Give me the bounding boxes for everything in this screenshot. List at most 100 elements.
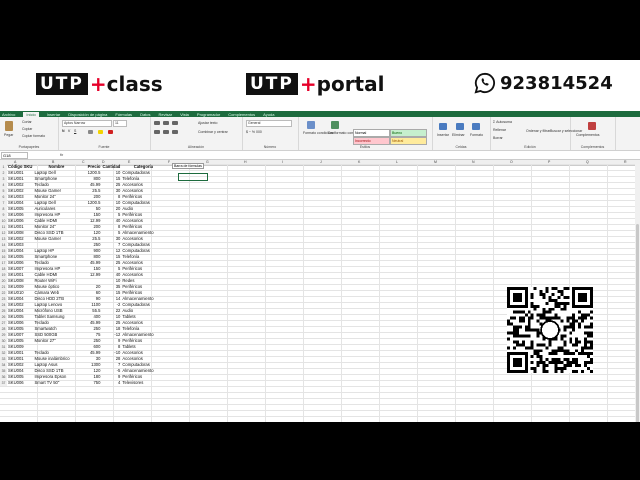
table-cell[interactable]: 4: [101, 380, 121, 386]
qr-module: [584, 313, 588, 317]
paste-button[interactable]: Pegar: [4, 133, 13, 137]
font-size-select[interactable]: 11: [113, 120, 127, 127]
qr-module: [584, 364, 588, 368]
qr-module: [590, 325, 593, 329]
align-right-icon[interactable]: [172, 130, 178, 134]
qr-module: [507, 331, 510, 335]
qr-module: [581, 349, 585, 353]
utp-box: UTP: [36, 73, 88, 95]
format-button[interactable]: Formato: [470, 133, 483, 137]
vertical-scrollbar[interactable]: [635, 164, 640, 422]
table-cell[interactable]: SKU006: [7, 380, 33, 386]
row-number[interactable]: 37: [0, 380, 7, 386]
qr-module: [515, 310, 519, 314]
qr-module: [578, 310, 582, 314]
qr-module: [548, 343, 552, 347]
qr-module: [563, 364, 567, 368]
bold-icon[interactable]: N: [62, 129, 65, 133]
copy-button[interactable]: Copiar: [22, 127, 32, 131]
table-cell[interactable]: 750: [79, 380, 101, 386]
style-neutral[interactable]: Neutral: [390, 137, 427, 145]
qr-module: [584, 343, 588, 347]
qr-module: [539, 343, 543, 347]
format-as-table-icon[interactable]: [331, 121, 339, 129]
qr-module: [530, 343, 534, 347]
qr-module: [590, 310, 593, 314]
italic-icon[interactable]: K: [68, 129, 70, 133]
delete-cells-icon[interactable]: [456, 123, 464, 130]
format-painter-button[interactable]: Copiar formato: [22, 134, 45, 138]
qr-module: [542, 307, 546, 311]
align-left-icon[interactable]: [154, 130, 160, 134]
qr-module: [563, 304, 567, 308]
qr-module: [530, 367, 534, 371]
menu-tab[interactable]: Fórmulas: [115, 112, 132, 117]
style-bueno[interactable]: Bueno: [390, 129, 427, 137]
fill-button[interactable]: Rellenar: [493, 128, 506, 132]
menu-tab[interactable]: Complementos: [228, 112, 255, 117]
align-bottom-icon[interactable]: [172, 121, 178, 125]
clear-button[interactable]: Borrar: [493, 136, 503, 140]
merge-center-button[interactable]: Combinar y centrar: [198, 130, 228, 134]
sort-filter-button[interactable]: Ordenar y filtrar: [526, 129, 550, 133]
menu-tab[interactable]: Inicio: [23, 111, 39, 117]
menu-tab[interactable]: Programador: [197, 112, 220, 117]
menu-tab[interactable]: Revisar: [159, 112, 173, 117]
insert-cells-icon[interactable]: [439, 123, 447, 130]
qr-module: [512, 316, 516, 320]
underline-icon[interactable]: S: [74, 129, 76, 133]
menu-tab[interactable]: Ayuda: [263, 112, 274, 117]
fx-icon[interactable]: fx: [60, 152, 63, 157]
align-top-icon[interactable]: [154, 121, 160, 125]
wrap-text-button[interactable]: Ajustar texto: [198, 121, 217, 125]
table-cell[interactable]: Smart TV 50": [33, 380, 79, 386]
menu-tab[interactable]: Disposición de página: [68, 112, 107, 117]
selected-cell[interactable]: [178, 173, 208, 181]
align-middle-icon[interactable]: [163, 121, 169, 125]
style-normal[interactable]: Normal: [353, 129, 390, 137]
qr-module: [590, 361, 593, 365]
font-name-select[interactable]: Aptos Narrow: [62, 120, 112, 127]
cut-button[interactable]: Cortar: [22, 120, 32, 124]
addins-button[interactable]: Complementos: [576, 133, 600, 137]
format-cells-icon[interactable]: [472, 123, 480, 130]
qr-module: [512, 346, 516, 350]
menu-tab[interactable]: Datos: [140, 112, 150, 117]
qr-module: [530, 316, 534, 320]
delete-button[interactable]: Eliminar: [452, 133, 465, 137]
style-incorrecto[interactable]: Incorrecto: [353, 137, 390, 145]
borders-icon[interactable]: [88, 130, 93, 134]
qr-module: [566, 319, 570, 323]
qr-module: [548, 316, 552, 320]
currency-icon[interactable]: $ ~ % 000: [246, 130, 262, 134]
autosum-button[interactable]: Σ Autosuma: [493, 120, 512, 124]
addins-icon[interactable]: [588, 122, 596, 130]
paste-icon[interactable]: [5, 121, 13, 131]
table-cell[interactable]: Televisores: [121, 380, 165, 386]
qr-module: [557, 361, 561, 365]
conditional-format-icon[interactable]: [307, 121, 315, 129]
qr-module: [587, 340, 591, 344]
qr-module: [521, 340, 525, 344]
qr-module: [563, 307, 567, 311]
menu-tab[interactable]: Vista: [180, 112, 189, 117]
font-color-icon[interactable]: [108, 130, 113, 134]
qr-module: [587, 367, 591, 371]
qr-module: [563, 325, 567, 329]
qr-module: [572, 313, 576, 317]
qr-module: [536, 349, 540, 353]
name-box[interactable]: G18: [1, 152, 28, 159]
font-group: Aptos Narrow 11 N K S Fuente: [58, 117, 151, 150]
qr-module: [563, 295, 567, 299]
insert-button[interactable]: Insertar: [437, 133, 449, 137]
qr-module: [521, 343, 525, 347]
menu-tab[interactable]: Archivo: [2, 112, 15, 117]
qr-module: [584, 331, 588, 335]
number-format-select[interactable]: General: [246, 120, 292, 127]
qr-module: [548, 361, 552, 365]
scrollbar-thumb[interactable]: [636, 224, 639, 422]
menu-tab[interactable]: Insertar: [47, 112, 61, 117]
qr-module: [566, 364, 570, 368]
align-center-icon[interactable]: [163, 130, 169, 134]
fill-color-icon[interactable]: [98, 130, 103, 134]
